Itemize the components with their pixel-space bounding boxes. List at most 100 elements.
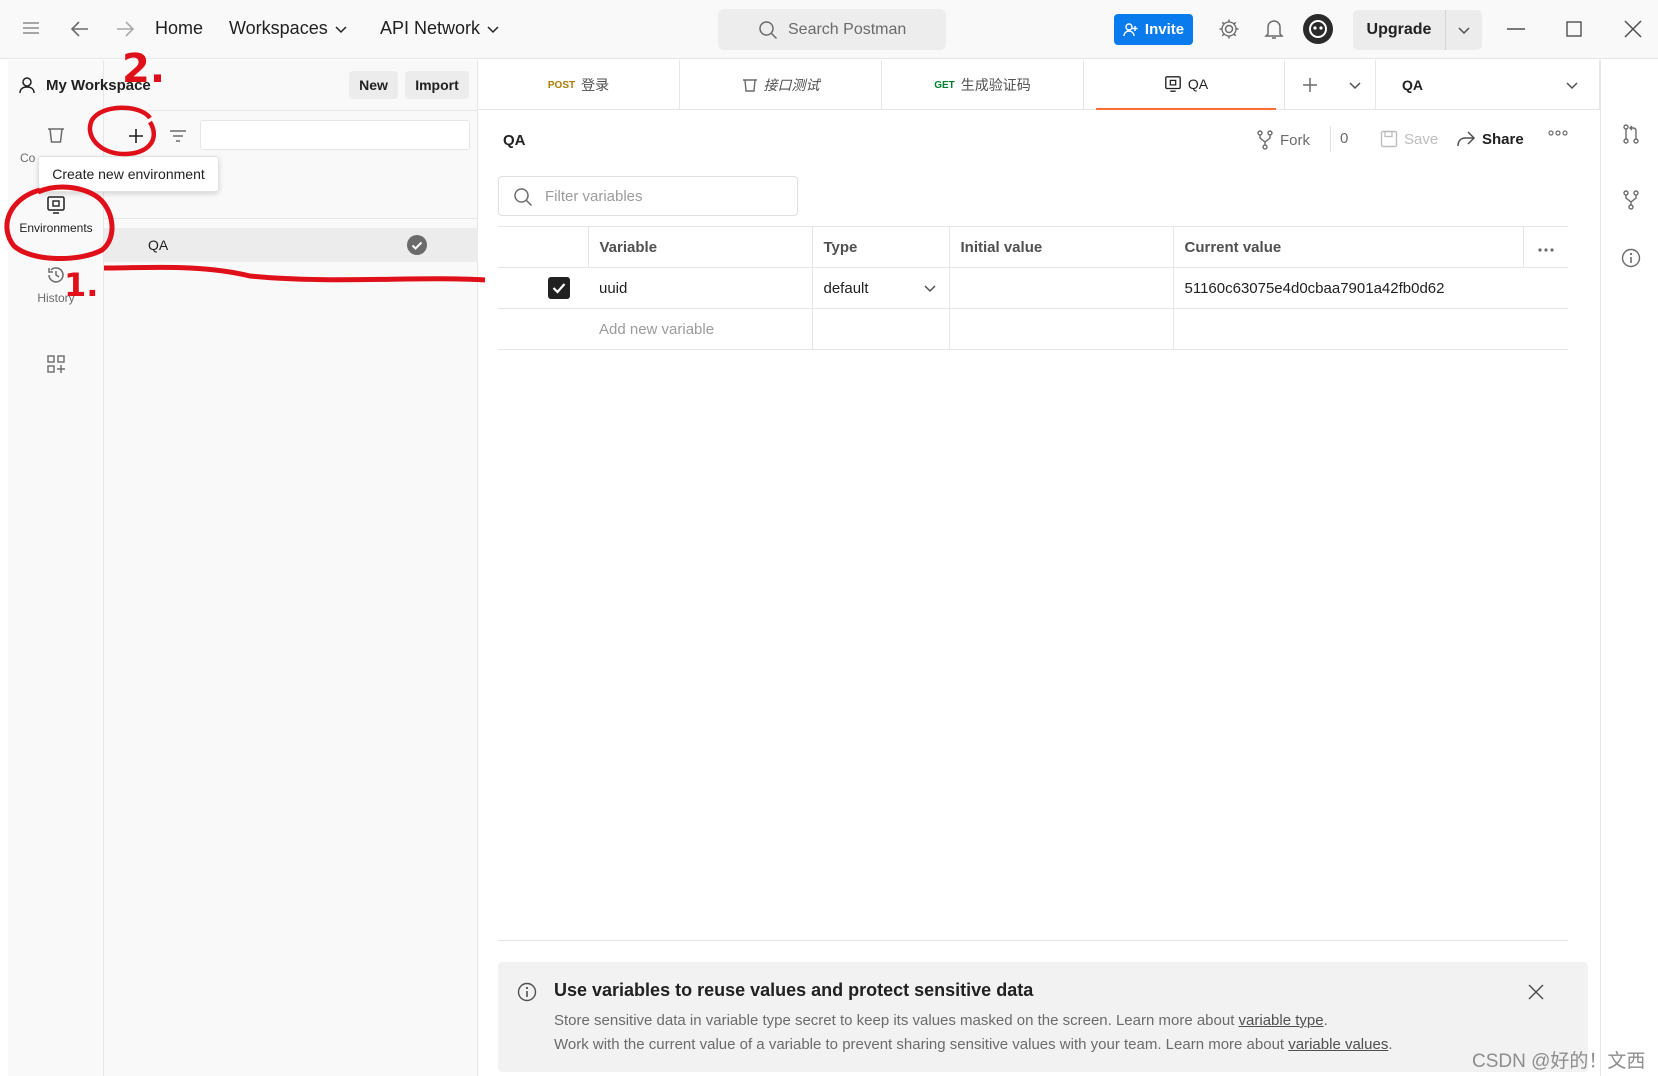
workspace-title[interactable]: My Workspace xyxy=(18,76,151,94)
settings-gear-icon[interactable] xyxy=(1218,18,1240,40)
chevron-down-icon xyxy=(1566,82,1578,90)
tab-bar: POST 登录 接口测试 GET 生成验证码 QA QA xyxy=(478,60,1658,110)
info-line-1: Store sensitive data in variable type se… xyxy=(554,1012,1328,1029)
window-minimize-icon[interactable] xyxy=(1507,28,1525,30)
info-line-2: Work with the current value of a variabl… xyxy=(554,1036,1393,1053)
search-icon xyxy=(514,188,533,207)
workspace-header: My Workspace New Import xyxy=(19,60,478,110)
info-title: Use variables to reuse values and protec… xyxy=(554,980,1034,1000)
new-button[interactable]: New xyxy=(349,71,398,99)
forward-arrow-icon[interactable] xyxy=(115,20,135,38)
rail-history-label: History xyxy=(37,291,75,305)
table-row: uuid default 51160c63075e4d0cbaa7901a42f… xyxy=(498,267,1568,309)
avatar[interactable] xyxy=(1302,13,1334,45)
info-icon[interactable] xyxy=(1621,248,1641,268)
tab-get-captcha[interactable]: GET 生成验证码 xyxy=(882,60,1084,110)
back-arrow-icon[interactable] xyxy=(70,20,90,38)
tab-qa-environment[interactable]: QA xyxy=(1096,60,1276,110)
environment-title[interactable]: QA xyxy=(503,132,526,149)
save-button[interactable]: Save xyxy=(1380,130,1438,148)
variable-type-link[interactable]: variable type xyxy=(1239,1012,1324,1029)
collection-icon xyxy=(742,79,757,92)
new-tab-button[interactable] xyxy=(1284,60,1334,110)
variable-type-select[interactable]: default xyxy=(812,267,950,309)
create-environment-button[interactable] xyxy=(120,120,152,152)
variable-name-cell[interactable]: uuid xyxy=(588,267,813,309)
tab-collection[interactable]: 接口测试 xyxy=(680,60,882,110)
environment-search-input[interactable] xyxy=(200,120,470,150)
apps-grid-icon xyxy=(47,355,65,373)
tabs-overflow-button[interactable] xyxy=(1334,60,1376,110)
more-horizontal-icon xyxy=(1548,130,1568,136)
environment-icon xyxy=(1165,76,1181,92)
watermark: CSDN @好的！文西 xyxy=(1472,1051,1646,1072)
divider xyxy=(104,218,478,219)
info-icon xyxy=(517,982,537,1002)
checkbox-checked-icon[interactable] xyxy=(548,277,570,299)
variables-table: Variable Type Initial value Current valu… xyxy=(498,226,1568,350)
column-options-button[interactable] xyxy=(1523,226,1568,268)
chevron-down-icon xyxy=(1348,82,1361,90)
type-value: default xyxy=(823,279,869,297)
current-value-cell[interactable]: 51160c63075e4d0cbaa7901a42fb0d62 xyxy=(1173,267,1568,309)
right-rail xyxy=(1600,60,1658,1076)
share-button[interactable]: Share xyxy=(1456,130,1524,148)
search-icon xyxy=(759,21,778,40)
more-options-button[interactable] xyxy=(1548,130,1568,136)
rail-environments-label: Environments xyxy=(19,221,93,235)
rail-configure[interactable] xyxy=(8,354,104,374)
variable-values-link[interactable]: variable values xyxy=(1288,1036,1388,1053)
trash-bin-icon xyxy=(48,128,64,143)
divider xyxy=(498,940,1568,941)
save-disk-icon xyxy=(1380,130,1398,148)
import-button[interactable]: Import xyxy=(405,71,469,99)
column-header-variable: Variable xyxy=(588,226,813,268)
empty-cell xyxy=(949,308,1174,350)
more-horizontal-icon xyxy=(1537,247,1554,252)
chevron-down-icon[interactable] xyxy=(1445,10,1482,50)
environment-selector[interactable]: QA xyxy=(1376,60,1600,110)
empty-cell xyxy=(812,308,950,350)
column-header-initial-value: Initial value xyxy=(949,226,1174,268)
chevron-down-icon xyxy=(923,285,936,293)
active-check-icon[interactable] xyxy=(407,235,427,258)
add-user-icon xyxy=(1123,22,1138,36)
fork-icon[interactable] xyxy=(1622,190,1640,210)
fork-button[interactable]: Fork xyxy=(1256,130,1310,150)
invite-button[interactable]: Invite xyxy=(1114,14,1193,45)
info-banner: Use variables to reuse values and protec… xyxy=(498,962,1588,1072)
tab-post-login[interactable]: POST 登录 xyxy=(478,60,680,110)
top-bar: Home Workspaces API Network Search Postm… xyxy=(0,0,1658,59)
environment-list-item[interactable]: QA xyxy=(104,228,478,262)
row-enable-checkbox[interactable] xyxy=(498,267,588,309)
filter-sort-button[interactable] xyxy=(162,120,194,152)
upgrade-button[interactable]: Upgrade xyxy=(1353,10,1482,50)
search-placeholder: Search Postman xyxy=(788,20,907,38)
fork-count: 0 xyxy=(1340,130,1349,147)
add-new-variable-input[interactable]: Add new variable xyxy=(588,308,813,350)
menu-icon[interactable] xyxy=(22,20,40,36)
search-input[interactable]: Search Postman xyxy=(718,9,946,50)
nav-workspaces[interactable]: Workspaces xyxy=(229,18,348,39)
chevron-down-icon xyxy=(487,25,499,33)
pull-request-icon[interactable] xyxy=(1622,124,1640,144)
rail-history[interactable]: History xyxy=(8,265,104,305)
close-icon[interactable] xyxy=(1528,984,1544,1000)
history-clock-icon xyxy=(48,267,64,283)
sidebar-panel: My Workspace New Import QA xyxy=(19,60,478,1076)
table-row: Add new variable xyxy=(498,308,1568,350)
upgrade-label: Upgrade xyxy=(1366,21,1432,38)
notification-bell-icon[interactable] xyxy=(1264,18,1284,40)
nav-home[interactable]: Home xyxy=(155,18,203,39)
initial-value-cell[interactable] xyxy=(949,267,1174,309)
window-maximize-icon[interactable] xyxy=(1566,21,1582,37)
window-close-icon[interactable] xyxy=(1624,20,1642,38)
environment-name: QA xyxy=(148,237,169,253)
fork-icon xyxy=(1257,130,1273,150)
environment-editor: QA Fork 0 Save Share Filter variables Va… xyxy=(478,110,1600,1076)
nav-api-network[interactable]: API Network xyxy=(380,18,500,39)
divider xyxy=(104,110,478,111)
create-environment-tooltip: Create new environment xyxy=(38,156,219,192)
filter-variables-input[interactable]: Filter variables xyxy=(498,176,798,216)
rail-environments[interactable]: Environments xyxy=(8,195,104,235)
